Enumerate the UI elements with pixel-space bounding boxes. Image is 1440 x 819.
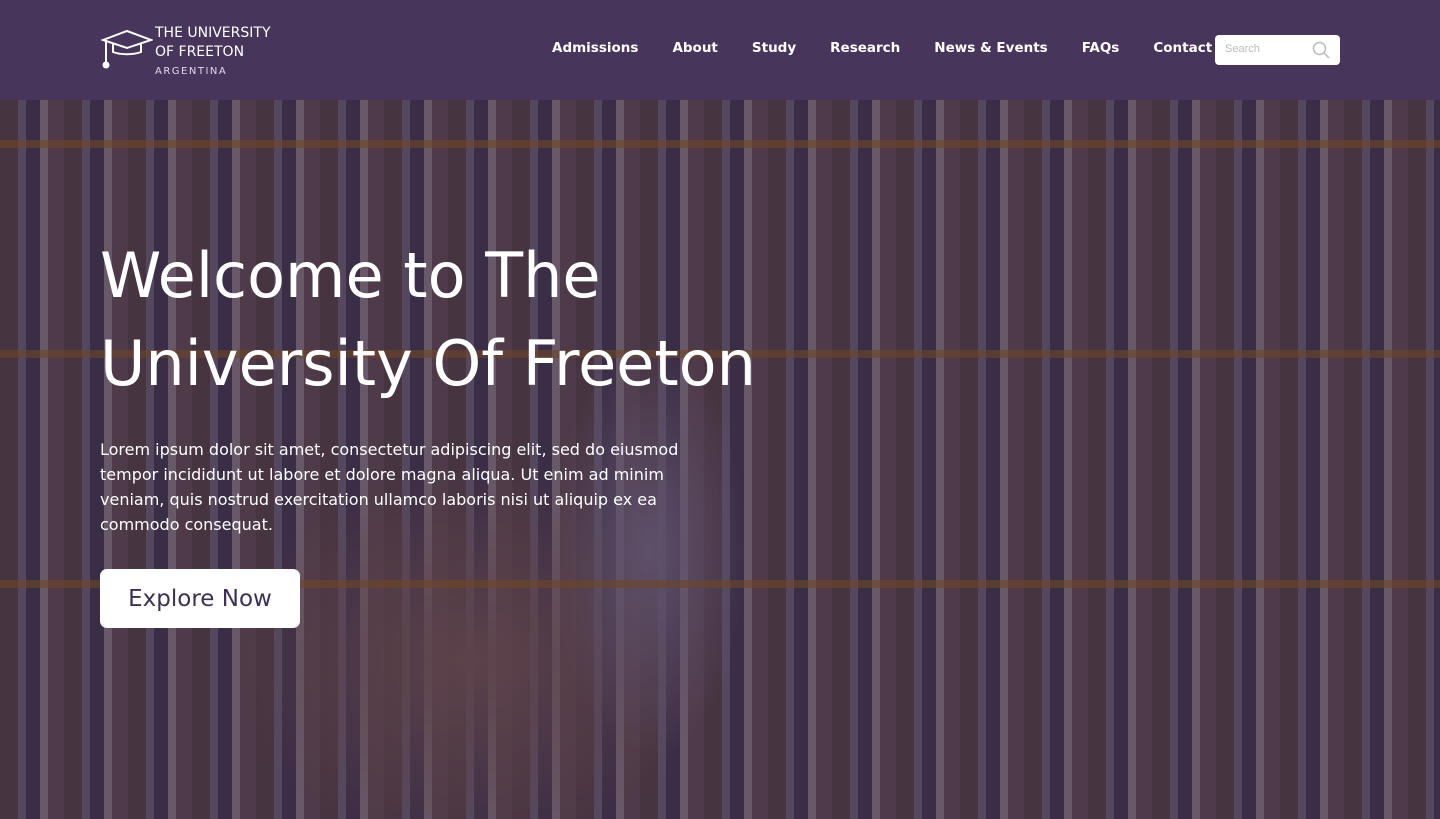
hero-title: Welcome to The University Of Freeton (100, 239, 756, 400)
hero-section: Welcome to The University Of Freeton Lor… (0, 100, 1440, 819)
nav-news-events[interactable]: News & Events (934, 40, 1047, 56)
logo-line-1: THE UNIVERSITY (155, 25, 271, 41)
hero-description: Lorem ipsum dolor sit amet, consectetur … (100, 440, 679, 534)
search-box (1215, 35, 1340, 65)
logo-line-2: OF FREETON (155, 44, 245, 60)
logo[interactable]: THE UNIVERSITY OF FREETON ARGENTINA (101, 24, 271, 82)
main-nav: Admissions About Study Research News & E… (552, 40, 1270, 56)
nav-admissions[interactable]: Admissions (552, 40, 638, 56)
site-header: THE UNIVERSITY OF FREETON ARGENTINA Admi… (0, 0, 1440, 100)
nav-faqs[interactable]: FAQs (1082, 40, 1120, 56)
search-input[interactable] (1225, 43, 1305, 55)
nav-research[interactable]: Research (830, 40, 900, 56)
explore-now-button[interactable]: Explore Now (100, 569, 300, 628)
nav-about[interactable]: About (672, 40, 717, 56)
background-photo-shelf (0, 140, 1440, 148)
search-icon[interactable] (1312, 41, 1330, 59)
logo-line-3: ARGENTINA (155, 66, 228, 77)
nav-study[interactable]: Study (752, 40, 796, 56)
graduation-cap-icon (101, 29, 153, 69)
